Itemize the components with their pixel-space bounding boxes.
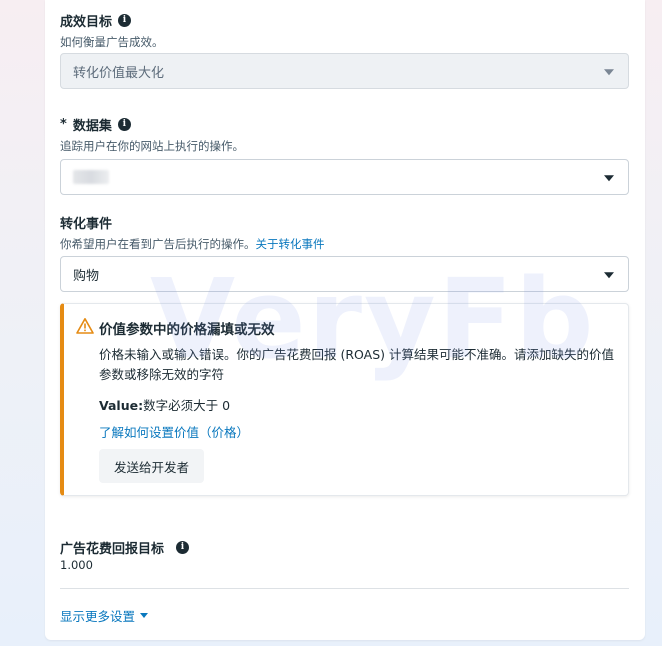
info-icon[interactable]: i [117,118,131,131]
conversion-event-title-text: 转化事件 [60,217,113,232]
dataset-description: 追踪用户在你的网站上执行的操作。 [60,139,244,153]
dataset-title: * 数据集 i [60,115,131,134]
goal-select[interactable]: 转化价值最大化 [60,53,629,89]
conversion-event-title: 转化事件 [60,213,112,232]
divider [60,588,629,589]
show-more-settings-label: 显示更多设置 [60,609,136,624]
warning-icon [76,318,94,334]
goal-select-value: 转化价值最大化 [73,65,165,81]
roas-title-text: 广告花费回报目标 [60,542,165,557]
learn-set-value-link[interactable]: 了解如何设置价值（价格） [99,422,249,441]
about-conversion-events-link[interactable]: 关于转化事件 [256,237,325,251]
roas-value: 1.000 [60,558,93,572]
info-icon[interactable]: i [176,541,190,554]
send-to-developer-button[interactable]: 发送给开发者 [99,449,205,483]
alert-body: 价格未输入或输入错误。你的广告花费回报 (ROAS) 计算结果可能不准确。请添加… [99,347,614,382]
chevron-down-icon [140,613,149,618]
conversion-event-description: 你希望用户在看到广告后执行的操作。关于转化事件 [60,236,325,252]
settings-card: 成效目标 i 如何衡量广告成效。 转化价值最大化 * 数据集 i 追踪用户在你的… [45,0,645,640]
dataset-select-value-blurred [73,170,109,184]
alert-value-requirement: Value:数字必须大于 0 [99,395,230,414]
dataset-title-text: 数据集 [72,119,112,134]
goal-description: 如何衡量广告成效。 [60,35,164,49]
alert-value-label: Value: [99,398,144,413]
conversion-event-select-value: 购物 [73,268,100,284]
goal-title-text: 成效目标 [60,15,113,30]
show-more-settings-link[interactable]: 显示更多设置 [60,606,149,625]
alert-value-text: 数字必须大于 0 [143,398,231,413]
roas-title: 广告花费回报目标 i [60,538,190,557]
chevron-down-icon [604,69,614,76]
conversion-event-description-text: 你希望用户在看到广告后执行的操作。 [60,237,256,251]
conversion-event-select[interactable]: 购物 [60,256,629,292]
required-mark: * [60,117,67,132]
dataset-select[interactable] [60,159,629,195]
price-warning-alert: 价值参数中的价格漏填或无效 价格未输入或输入错误。你的广告花费回报 (ROAS)… [60,303,629,496]
goal-title: 成效目标 i [60,11,132,30]
chevron-down-icon [604,272,614,279]
page-background [0,0,45,646]
info-icon[interactable]: i [118,14,132,27]
alert-title: 价值参数中的价格漏填或无效 [99,322,275,338]
chevron-down-icon [604,175,614,182]
